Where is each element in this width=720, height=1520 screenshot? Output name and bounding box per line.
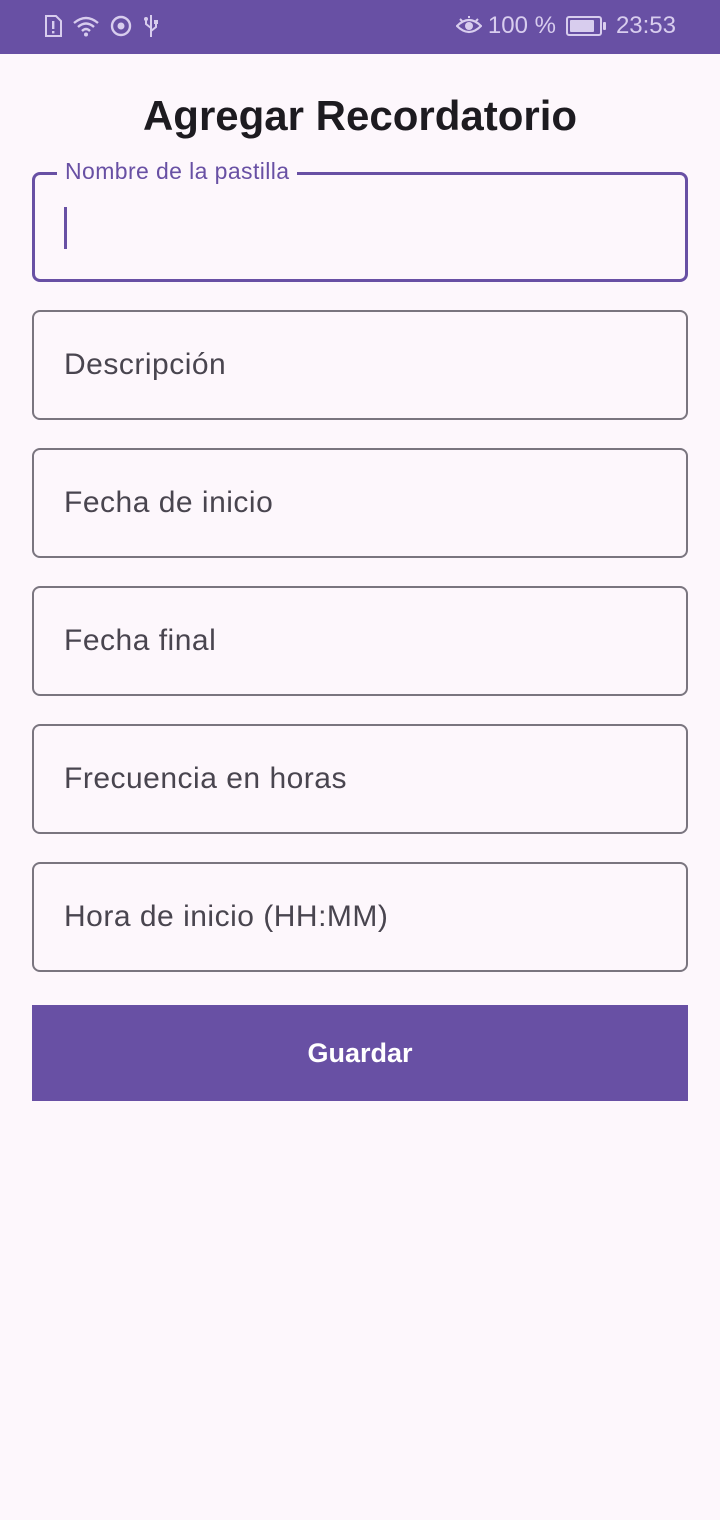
wifi-icon [72, 15, 100, 37]
description-field[interactable]: Descripción [32, 310, 688, 420]
eye-comfort-icon [455, 16, 482, 36]
pill-name-label: Nombre de la pastilla [57, 158, 298, 185]
end-date-field[interactable]: Fecha final [32, 586, 688, 696]
page-title: Agregar Recordatorio [142, 92, 578, 139]
status-icons-left [44, 14, 160, 38]
start-date-placeholder: Fecha de inicio [64, 486, 274, 519]
text-cursor [64, 207, 67, 249]
start-time-field[interactable]: Hora de inicio (HH:MM) [32, 862, 688, 972]
start-date-field[interactable]: Fecha de inicio [32, 448, 688, 558]
frequency-placeholder: Frecuencia en horas [64, 762, 347, 795]
battery-charging-icon [565, 16, 606, 36]
pill-name-field[interactable]: Nombre de la pastilla [32, 158, 688, 282]
battery-percent: 100 % [487, 12, 556, 39]
start-time-placeholder: Hora de inicio (HH:MM) [64, 900, 389, 933]
save-button[interactable]: Guardar [32, 1005, 688, 1101]
status-icons-right: 100 % 23:53 [455, 12, 676, 40]
end-date-placeholder: Fecha final [64, 624, 217, 657]
usb-icon [142, 14, 160, 38]
status-bar: 100 % 23:53 [0, 0, 720, 54]
sim-alert-icon [44, 15, 62, 37]
sync-icon [110, 15, 132, 37]
clock: 23:53 [615, 12, 676, 39]
frequency-field[interactable]: Frecuencia en horas [32, 724, 688, 834]
battery-level-fill [569, 20, 594, 32]
description-placeholder: Descripción [64, 348, 227, 381]
